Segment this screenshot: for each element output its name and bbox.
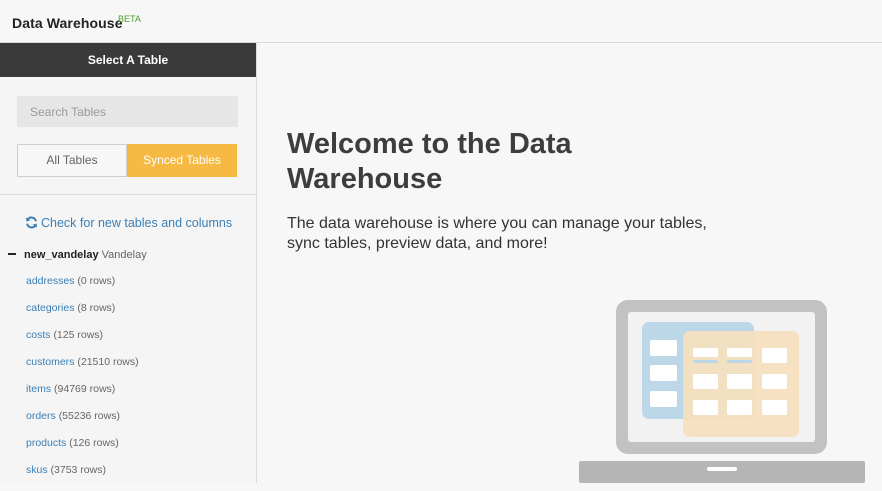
table-list-item: items (94769 rows): [26, 383, 139, 410]
table-list: addresses (0 rows) categories (8 rows) c…: [26, 275, 139, 491]
table-row-count: (8 rows): [77, 302, 116, 314]
beta-badge: BETA: [118, 14, 141, 24]
schema-name: new_vandelay: [24, 249, 99, 261]
refresh-link-label: Check for new tables and columns: [41, 216, 233, 230]
laptop-tables-illustration: [579, 299, 879, 488]
table-row-count: (3753 rows): [50, 464, 106, 476]
search-tables-input[interactable]: [17, 96, 238, 127]
table-link-skus[interactable]: skus: [26, 464, 48, 476]
table-row-count: (94769 rows): [54, 383, 116, 395]
table-list-item: categories (8 rows): [26, 302, 139, 329]
table-link-addresses[interactable]: addresses: [26, 275, 74, 287]
table-link-categories[interactable]: categories: [26, 302, 74, 314]
top-bar: Data Warehouse BETA: [0, 0, 882, 43]
table-list-item: customers (21510 rows): [26, 356, 139, 383]
refresh-icon: [25, 216, 38, 232]
sidebar-divider: [0, 194, 256, 195]
sidebar-title: Select A Table: [0, 43, 256, 77]
tab-synced-tables[interactable]: Synced Tables: [127, 144, 237, 177]
check-new-tables-link[interactable]: Check for new tables and columns: [25, 216, 232, 232]
table-row-count: (126 rows): [69, 437, 119, 449]
collapse-icon: [8, 253, 16, 255]
table-row-count: (125 rows): [53, 329, 104, 341]
main-content: Welcome to the Data Warehouse The data w…: [257, 43, 882, 483]
table-list-item: products (126 rows): [26, 437, 139, 464]
table-list-item: skus (3753 rows): [26, 464, 139, 491]
sidebar: Select A Table All Tables Synced Tables …: [0, 43, 257, 483]
table-list-item: orders (55236 rows): [26, 410, 139, 437]
table-link-costs[interactable]: costs: [26, 329, 51, 341]
app-title: Data Warehouse: [12, 15, 123, 31]
table-row-count: (55236 rows): [58, 410, 120, 422]
table-row-count: (0 rows): [77, 275, 116, 287]
table-link-orders[interactable]: orders: [26, 410, 56, 422]
schema-label: Vandelay: [101, 249, 147, 261]
schema-header[interactable]: new_vandelay Vandelay: [8, 249, 147, 261]
table-link-products[interactable]: products: [26, 437, 66, 449]
welcome-description: The data warehouse is where you can mana…: [287, 215, 707, 252]
tab-all-tables[interactable]: All Tables: [17, 144, 127, 177]
table-row-count: (21510 rows): [77, 356, 139, 368]
table-list-item: addresses (0 rows): [26, 275, 139, 302]
table-list-item: costs (125 rows): [26, 329, 139, 356]
welcome-heading: Welcome to the Data Warehouse: [287, 128, 572, 195]
table-link-items[interactable]: items: [26, 383, 51, 395]
table-link-customers[interactable]: customers: [26, 356, 74, 368]
